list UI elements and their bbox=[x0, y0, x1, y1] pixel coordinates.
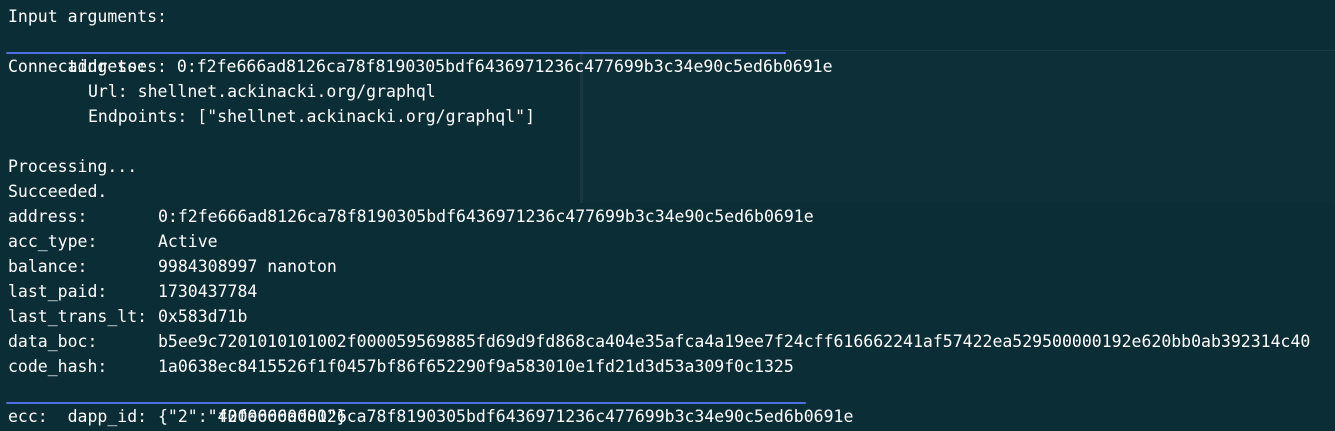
field-value: 0:f2fe666ad8126ca78f8190305bdf6436971236… bbox=[158, 207, 814, 226]
succeeded-line: Succeeded. bbox=[8, 182, 108, 201]
field-acc-type: acc_type: Active bbox=[8, 229, 1335, 254]
processing-line: Processing... bbox=[8, 157, 138, 176]
field-value: 1a0638ec8415526f1f0457bf86f652290f9a5830… bbox=[158, 357, 794, 376]
field-code-hash: code_hash: 1a0638ec8415526f1f0457bf86f652… bbox=[8, 354, 1335, 379]
field-key: address: bbox=[8, 207, 88, 226]
endpoints-line: Endpoints: ["shellnet.ackinacki.org/grap… bbox=[88, 107, 536, 126]
field-key: code_hash: bbox=[8, 357, 108, 376]
field-key: last_trans_lt: bbox=[8, 307, 148, 326]
field-ecc: ecc: {"2":"40000000000"} bbox=[8, 404, 1335, 429]
field-last-trans-lt: last_trans_lt: 0x583d71b bbox=[8, 304, 1335, 329]
field-address: address: 0:f2fe666ad8126ca78f8190305bdf64… bbox=[8, 204, 1335, 229]
field-key: ecc: bbox=[8, 407, 48, 426]
field-key: acc_type: bbox=[8, 232, 98, 251]
input-arguments-header: Input arguments: bbox=[8, 7, 167, 26]
field-last-paid: last_paid: 1730437784 bbox=[8, 279, 1335, 304]
field-dapp-id: dapp_id: f2fe666ad8126ca78f8190305bdf6436… bbox=[6, 379, 1335, 426]
field-value: b5ee9c7201010101002f000059569885fd69d9fd… bbox=[158, 332, 1311, 351]
field-value: Active bbox=[158, 232, 218, 251]
terminal-window[interactable]: Input arguments: addresses: 0:f2fe666ad8… bbox=[0, 0, 1335, 431]
field-balance: balance: 9984308997 nanoton bbox=[8, 254, 1335, 279]
field-value: 0x583d71b bbox=[158, 307, 248, 326]
field-key: last_paid: bbox=[8, 282, 108, 301]
addresses-line: addresses: 0:f2fe666ad8126ca78f8190305bd… bbox=[6, 29, 1335, 76]
connecting-to-line: Connecting to: bbox=[8, 57, 148, 76]
terminal-output: Input arguments: addresses: 0:f2fe666ad8… bbox=[6, 4, 1335, 429]
field-value: 9984308997 nanoton bbox=[158, 257, 337, 276]
field-value: {"2":"40000000000"} bbox=[158, 407, 347, 426]
field-key: balance: bbox=[8, 257, 88, 276]
url-line: Url: shellnet.ackinacki.org/graphql bbox=[88, 82, 436, 101]
field-key: data_boc: bbox=[8, 332, 98, 351]
field-data-boc: data_boc: b5ee9c7201010101002f00005956988… bbox=[8, 329, 1335, 354]
field-value: 1730437784 bbox=[158, 282, 258, 301]
